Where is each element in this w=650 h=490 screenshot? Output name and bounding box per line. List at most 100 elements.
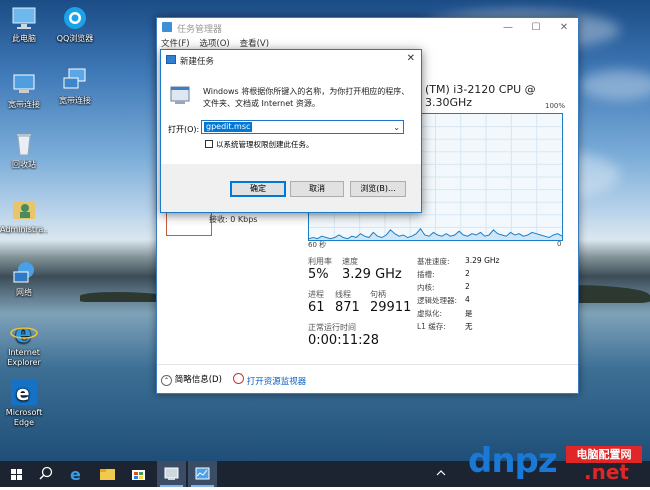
desktop-icon-microsoft-edge[interactable]: e Microsoft Edge [0, 378, 48, 428]
graph-zero-label: 0 [557, 240, 562, 248]
spec-label: 虚拟化: [417, 309, 443, 318]
spec-value: 3.29 GHz [465, 256, 500, 265]
handles-label: 句柄 [370, 290, 386, 299]
new-task-titlebar[interactable]: 新建任务 ✕ [161, 50, 421, 70]
network-thumbnail-graph[interactable] [166, 210, 212, 236]
spec-label: L1 缓存: [417, 322, 446, 331]
graph-max-label: 100% [545, 102, 566, 110]
qq-browser-icon [61, 4, 89, 32]
ok-button[interactable]: 确定 [230, 181, 286, 197]
watermark-dn: dn [468, 441, 516, 481]
watermark-logo-text: dnpz [468, 441, 558, 481]
processes-value: 61 [308, 300, 325, 315]
desktop-icon-qq-browser[interactable]: QQ浏览器 [51, 4, 99, 44]
desktop-icon-this-pc[interactable]: 此电脑 [0, 4, 48, 44]
svg-text:e: e [15, 319, 32, 346]
spec-label: 内核: [417, 283, 435, 292]
desktop-icon-administrator[interactable]: Administra... [0, 195, 48, 235]
spec-label: 逻辑处理器: [417, 296, 458, 305]
open-resource-monitor-label: 打开资源监视器 [246, 377, 307, 387]
speed-label: 速度 [342, 257, 358, 266]
uptime-value: 0:00:11:28 [308, 333, 380, 348]
task-manager-titlebar[interactable]: 任务管理器 — ☐ ✕ [157, 18, 578, 37]
store-icon [132, 470, 145, 480]
resource-monitor-icon [233, 373, 244, 384]
new-task-dialog[interactable]: 新建任务 ✕ Windows 将根据你所键入的名称，为你打开相应的程序、文件夹、… [160, 49, 422, 213]
utilization-label: 利用率 [308, 257, 332, 266]
desktop-icon-label: 网络 [16, 288, 32, 297]
threads-value: 871 [335, 300, 360, 315]
open-command-text: gpedit.msc [204, 122, 253, 132]
speed-value: 3.29 GHz [342, 267, 402, 282]
admin-privilege-checkbox[interactable] [205, 140, 213, 148]
spec-value: 2 [465, 282, 470, 291]
search-button[interactable] [31, 461, 60, 487]
cancel-button[interactable]: 取消 [290, 181, 344, 197]
recycle-bin-icon [10, 130, 38, 158]
utilization-value: 5% [308, 267, 329, 282]
maximize-button[interactable]: ☐ [522, 18, 550, 37]
task-manager-icon [195, 467, 210, 480]
desktop-icon-label: 宽带连接 [8, 100, 40, 109]
taskbar-network-manager[interactable] [157, 461, 186, 487]
desktop-icon-network[interactable]: 网络 [0, 258, 48, 298]
open-resource-monitor-link[interactable]: 打开资源监视器 [233, 373, 306, 387]
taskbar-file-explorer[interactable] [93, 461, 122, 487]
chevron-down-icon[interactable]: ⌄ [393, 121, 400, 134]
task-manager-title: 任务管理器 [177, 25, 223, 35]
spec-value: 2 [465, 269, 470, 278]
minimize-button[interactable]: — [494, 18, 522, 37]
site-watermark: dnpz 电脑配置网 .net [464, 440, 650, 487]
new-task-body: Windows 将根据你所键入的名称，为你打开相应的程序、文件夹、文档或 Int… [161, 70, 421, 164]
new-task-description: Windows 将根据你所键入的名称，为你打开相应的程序、文件夹、文档或 Int… [203, 87, 410, 108]
handles-value: 29911 [370, 300, 412, 315]
menu-view[interactable]: 查看(V) [240, 37, 269, 49]
menu-options[interactable]: 选项(O) [199, 37, 229, 49]
desktop-icon-internet-explorer[interactable]: e Internet Explorer [0, 318, 48, 368]
fewer-details-link[interactable]: ⌃ 简略信息(D) [161, 373, 222, 386]
desktop-icon-broadband[interactable]: 宽带连接 [0, 70, 48, 110]
network-manager-icon [164, 467, 179, 480]
fewer-details-label: 简略信息(D) [174, 375, 222, 385]
open-label: 打开(O): [168, 125, 200, 134]
svg-text:e: e [70, 465, 81, 484]
ie-icon: e [10, 318, 38, 349]
edge-icon: e [70, 465, 81, 484]
svg-text:e: e [16, 381, 30, 405]
computer-icon [10, 4, 38, 32]
taskbar-edge[interactable]: e [62, 461, 91, 487]
uptime-label: 正常运行时间 [308, 323, 356, 332]
new-task-title: 新建任务 [180, 57, 215, 67]
start-button[interactable] [2, 461, 31, 487]
desktop-icon-label: QQ浏览器 [56, 34, 94, 43]
watermark-pz: pz [514, 441, 558, 481]
spec-value: 无 [465, 322, 473, 331]
processes-label: 进程 [308, 290, 324, 299]
chevron-up-icon[interactable] [436, 468, 446, 478]
taskbar-task-manager[interactable] [188, 461, 217, 487]
desktop-icon-label: 宽带连接 [59, 96, 91, 105]
spec-value: 4 [465, 295, 470, 304]
edge-icon: e [10, 378, 38, 406]
start-icon [11, 469, 22, 480]
broadband-icon [10, 70, 38, 98]
desktop-icon-label: Administra... [0, 225, 48, 234]
admin-privilege-label: 以系统管理权限创建此任务。 [216, 140, 314, 149]
file-explorer-icon [100, 469, 115, 480]
graph-seconds-label: 60 秒 [308, 241, 327, 249]
desktop-icon-recycle-bin[interactable]: 回收站 [0, 130, 48, 170]
network-value: 接收: 0 Kbps [209, 215, 258, 224]
close-button[interactable]: ✕ [550, 18, 578, 37]
run-app-icon [166, 55, 176, 64]
taskbar-store[interactable] [124, 461, 153, 487]
threads-label: 线程 [335, 290, 351, 299]
menu-file[interactable]: 文件(F) [161, 37, 190, 49]
desktop-icon-label: Microsoft Edge [5, 408, 43, 427]
open-command-input[interactable]: gpedit.msc ⌄ [201, 120, 404, 134]
task-manager-app-icon [162, 22, 172, 32]
user-folder-icon [10, 195, 38, 223]
close-icon[interactable]: ✕ [407, 53, 415, 64]
desktop-icon-network-connection[interactable]: 宽带连接 [51, 66, 99, 106]
watermark-net: .net [584, 460, 629, 484]
browse-button[interactable]: 浏览(B)... [350, 181, 406, 197]
